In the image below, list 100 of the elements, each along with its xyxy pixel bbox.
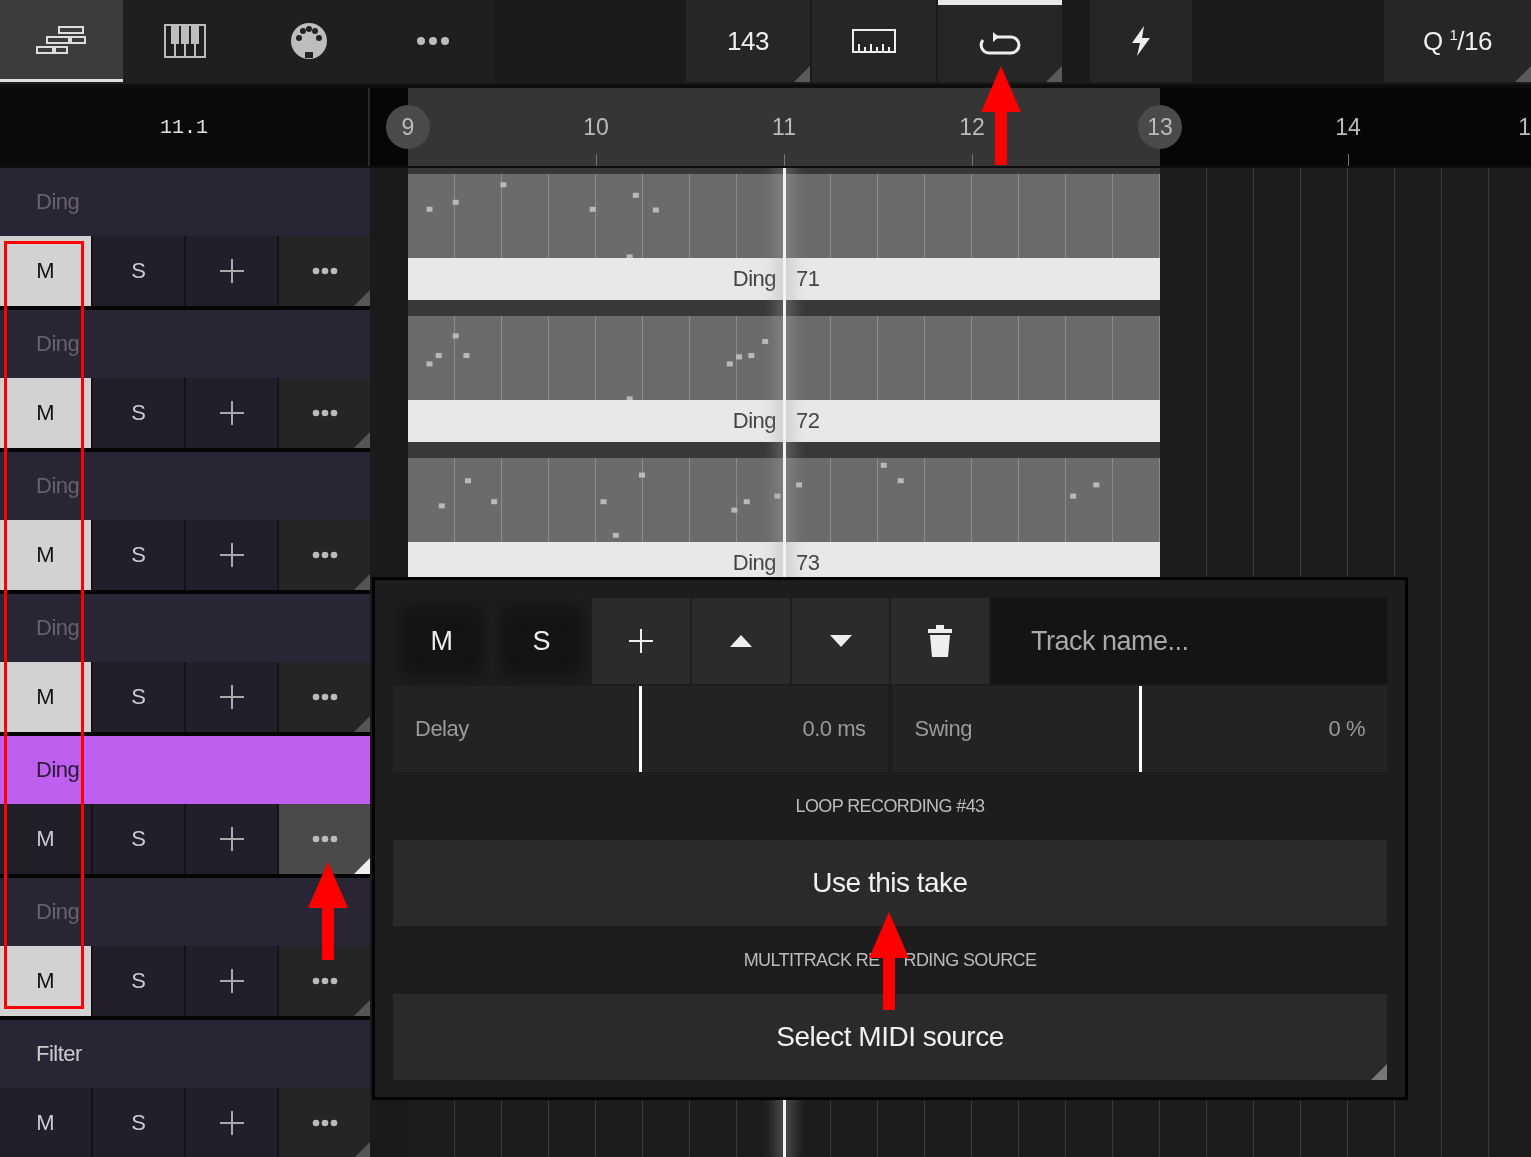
- mute-button[interactable]: M: [0, 520, 91, 590]
- more-icon: [311, 693, 338, 701]
- loop-marker[interactable]: 9: [386, 105, 430, 149]
- down-triangle-icon: [829, 635, 852, 647]
- slider-value: 0.0 ms: [802, 716, 866, 742]
- quantize-button[interactable]: Q $^{1}$/16: [1384, 0, 1531, 82]
- corner-triangle-icon: [1371, 1064, 1387, 1080]
- mute-button[interactable]: M: [0, 378, 91, 448]
- up-triangle-icon: [729, 635, 752, 647]
- mute-button[interactable]: M: [0, 804, 91, 874]
- corner-triangle-icon: [354, 1000, 370, 1016]
- ruler-button[interactable]: [812, 0, 936, 82]
- mute-button[interactable]: M: [0, 1088, 91, 1157]
- more-icon: [311, 977, 338, 985]
- more-icon: [311, 409, 338, 417]
- clip-name: Ding: [732, 408, 776, 434]
- more-button[interactable]: [279, 662, 370, 732]
- slider-label: Swing: [914, 716, 972, 742]
- slider-thumb[interactable]: [1138, 686, 1142, 772]
- track-name: Ding: [36, 331, 80, 357]
- corner-triangle-icon: [354, 290, 370, 306]
- more-button[interactable]: [279, 804, 370, 874]
- corner-triangle-icon: [1046, 66, 1062, 82]
- clip-number: 72: [796, 408, 820, 434]
- bar-number: 1: [1518, 112, 1531, 142]
- trash-icon: [928, 625, 953, 657]
- loop-marker[interactable]: 13: [1138, 105, 1182, 149]
- midi-port-icon: [289, 22, 328, 60]
- tempo-button[interactable]: 143: [686, 0, 810, 82]
- plus-icon: [219, 401, 244, 425]
- plus-icon: [219, 543, 244, 567]
- plus-icon: [219, 827, 244, 851]
- loop-button[interactable]: [938, 0, 1062, 82]
- plus-icon: [629, 629, 654, 653]
- solo-button[interactable]: S: [93, 946, 184, 1016]
- mute-button[interactable]: M: [393, 598, 491, 684]
- clip-name: Ding: [732, 266, 776, 292]
- bar-number: 10: [582, 112, 610, 142]
- bar-number: 12: [958, 112, 986, 142]
- plus-icon: [219, 259, 244, 283]
- more-button[interactable]: [279, 520, 370, 590]
- corner-triangle-icon: [354, 716, 370, 732]
- delete-button[interactable]: [891, 598, 990, 684]
- plus-icon: [219, 1111, 244, 1135]
- corner-triangle-icon: [794, 66, 810, 82]
- section-heading: RDING SOURCE: [903, 949, 1037, 971]
- slider-value: 0 %: [1328, 716, 1365, 742]
- midi-source-button[interactable]: Select MIDI source: [393, 994, 1387, 1080]
- solo-button[interactable]: S: [93, 520, 184, 590]
- track-header[interactable]: Filter: [0, 1020, 370, 1088]
- mute-button[interactable]: M: [0, 662, 91, 732]
- more-icon: [311, 551, 338, 559]
- more-button[interactable]: [279, 946, 370, 1016]
- ruler-icon: [852, 29, 896, 53]
- midi-clip[interactable]: Ding 72: [408, 300, 1160, 442]
- more-button[interactable]: [279, 236, 370, 306]
- track-name-field[interactable]: Track name...: [991, 598, 1388, 684]
- track-name: Filter: [36, 1041, 82, 1067]
- more-icon: [311, 267, 338, 275]
- loop-icon: [979, 31, 1021, 56]
- midi-clip[interactable]: Ding 73: [408, 442, 1160, 584]
- arrange-icon: [35, 25, 88, 54]
- more-icon: [415, 36, 450, 46]
- clip-number: 73: [796, 550, 820, 576]
- mute-button[interactable]: M: [0, 236, 91, 306]
- section-heading: LOOP RECORDING #43: [795, 795, 985, 817]
- more-button[interactable]: [279, 378, 370, 448]
- corner-triangle-icon: [354, 858, 370, 874]
- corner-triangle-icon: [354, 1142, 370, 1157]
- slider[interactable]: Delay 0.0 ms: [393, 686, 888, 772]
- corner-triangle-icon: [354, 432, 370, 448]
- bar-number: 14: [1334, 112, 1362, 142]
- track-name: Ding: [36, 615, 80, 641]
- midi-clip[interactable]: Ding 71: [408, 168, 1160, 300]
- solo-button[interactable]: S: [93, 1088, 184, 1157]
- solo-button[interactable]: S: [93, 662, 184, 732]
- slider-label: Delay: [415, 716, 469, 742]
- more-icon: [311, 1119, 338, 1127]
- trigger-button[interactable]: [1090, 0, 1192, 82]
- piano-keys-icon: [164, 24, 207, 58]
- slider[interactable]: Swing 0 %: [892, 686, 1387, 772]
- clip-name: Ding: [732, 550, 776, 576]
- clip-number: 71: [796, 266, 820, 292]
- bar-number: 11: [771, 112, 797, 142]
- solo-button[interactable]: S: [93, 236, 184, 306]
- plus-icon: [219, 685, 244, 709]
- tab[interactable]: [0, 0, 123, 82]
- corner-triangle-icon: [354, 574, 370, 590]
- more-icon: [311, 835, 338, 843]
- solo-button[interactable]: S: [93, 378, 184, 448]
- more-button[interactable]: [279, 1088, 370, 1157]
- track-name: Ding: [36, 899, 80, 925]
- track-name: Ding: [36, 189, 80, 215]
- corner-triangle-icon: [1515, 66, 1531, 82]
- solo-button[interactable]: S: [93, 804, 184, 874]
- track-name: Ding: [36, 757, 80, 783]
- use-take-button[interactable]: Use this take: [393, 840, 1387, 926]
- slider-thumb[interactable]: [639, 686, 643, 772]
- lightning-icon: [1130, 26, 1152, 56]
- track-header[interactable]: Ding: [0, 736, 370, 804]
